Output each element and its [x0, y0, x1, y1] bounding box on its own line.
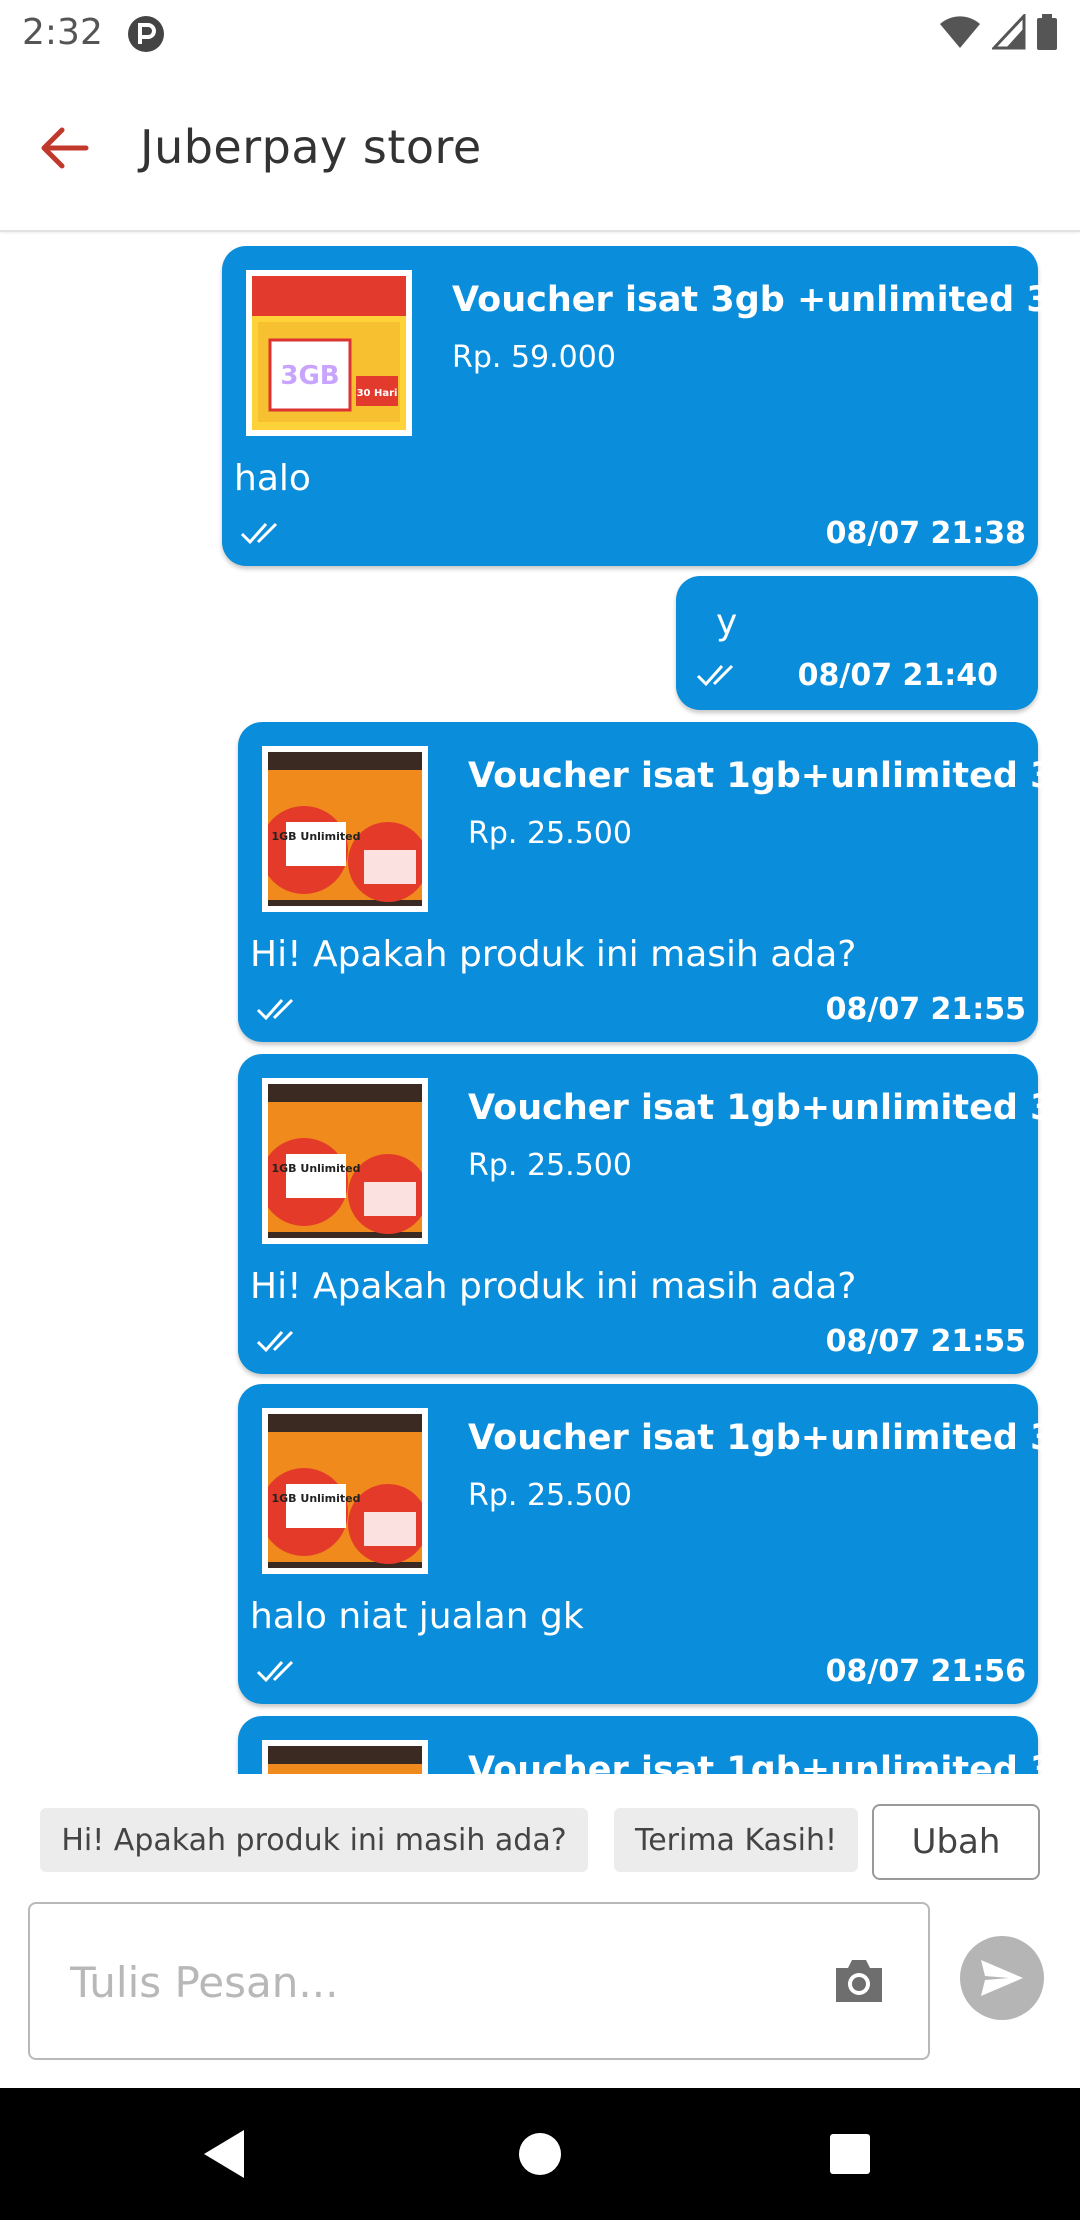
message-text: Hi! Apakah produk ini masih ada?: [250, 934, 857, 975]
camera-icon[interactable]: [832, 1956, 886, 2006]
chat-list[interactable]: 3GB 30 Hari Voucher isat 3gb +unlimited …: [0, 234, 1080, 1774]
app-notification-icon: [128, 16, 164, 52]
voucher-image: 1GB Unlimited: [260, 1414, 428, 1568]
double-check-icon: [256, 1330, 294, 1353]
voucher-image-label: 1GB Unlimited: [271, 1162, 360, 1175]
product-thumbnail[interactable]: 3GB 30 Hari: [246, 270, 412, 436]
product-thumbnail[interactable]: 1GB Unlimited: [260, 1078, 428, 1244]
product-thumbnail[interactable]: [262, 1740, 428, 1774]
message-timestamp: 08/07 21:40: [797, 658, 998, 693]
message-bubble[interactable]: 1GB Unlimited Voucher isat 1gb+unlimited…: [238, 1384, 1080, 1704]
double-check-icon: [240, 522, 278, 545]
voucher-image-badge: 30 Hari: [357, 388, 398, 399]
battery-icon: [1037, 14, 1057, 50]
message-input[interactable]: [70, 1944, 810, 2020]
app-bar: Juberpay store: [0, 66, 1080, 232]
voucher-image: [268, 1746, 422, 1774]
message-timestamp: 08/07 21:55: [825, 992, 1026, 1027]
voucher-image: 1GB Unlimited: [260, 1084, 428, 1238]
message-bubble[interactable]: 1GB Unlimited Voucher isat 1gb+unlimited…: [238, 722, 1080, 1042]
product-name: Voucher isat 1gb+unlimited 30hr: [468, 756, 1080, 796]
message-timestamp: 08/07 21:38: [825, 516, 1026, 551]
voucher-image: 1GB Unlimited: [260, 752, 428, 906]
product-name: Voucher isat 3gb +unlimited 30hr: [452, 280, 1080, 320]
product-name: Voucher isat 1gb+unlimited 30hr: [468, 1750, 1080, 1774]
message-bubble[interactable]: Voucher isat 1gb+unlimited 30hr: [238, 1716, 1080, 1774]
product-thumbnail[interactable]: 1GB Unlimited: [260, 1408, 428, 1574]
page-title: Juberpay store: [140, 120, 482, 174]
quick-reply-chip[interactable]: Terima Kasih!: [614, 1808, 858, 1872]
product-price: Rp. 25.500: [468, 816, 632, 851]
double-check-icon: [256, 998, 294, 1021]
voucher-image: 3GB 30 Hari: [252, 276, 406, 430]
signal-icon: [992, 14, 1026, 50]
nav-recents-icon[interactable]: [820, 2124, 880, 2184]
voucher-image-label: 3GB: [280, 361, 339, 391]
message-text: y: [716, 602, 738, 643]
message-timestamp: 08/07 21:56: [825, 1654, 1026, 1689]
edit-quick-replies-button[interactable]: Ubah: [872, 1804, 1040, 1880]
status-icons: [938, 14, 1058, 50]
nav-home-icon[interactable]: [510, 2124, 570, 2184]
message-bubble[interactable]: y 08/07 21:40: [676, 576, 1038, 710]
product-price: Rp. 25.500: [468, 1148, 632, 1183]
product-thumbnail[interactable]: 1GB Unlimited: [260, 746, 428, 912]
quick-reply-chip[interactable]: Hi! Apakah produk ini masih ada?: [40, 1808, 588, 1872]
double-check-icon: [256, 1660, 294, 1683]
message-composer: [28, 1902, 930, 2060]
nav-back-icon[interactable]: [196, 2124, 256, 2184]
message-text: halo niat jualan gk: [250, 1596, 584, 1637]
product-name: Voucher isat 1gb+unlimited 30hr: [468, 1418, 1080, 1458]
message-text: Hi! Apakah produk ini masih ada?: [250, 1266, 857, 1307]
voucher-image-label: 1GB Unlimited: [271, 830, 360, 843]
product-price: Rp. 25.500: [468, 1478, 632, 1513]
message-bubble[interactable]: 1GB Unlimited Voucher isat 1gb+unlimited…: [238, 1054, 1080, 1374]
quick-replies-bar: Hi! Apakah produk ini masih ada? Terima …: [0, 1796, 1080, 1882]
voucher-image-label: 1GB Unlimited: [271, 1492, 360, 1505]
system-nav-bar: [0, 2088, 1080, 2220]
message-bubble[interactable]: 3GB 30 Hari Voucher isat 3gb +unlimited …: [222, 246, 1080, 566]
send-icon: [981, 1960, 1023, 1996]
wifi-icon: [940, 16, 980, 48]
product-price: Rp. 59.000: [452, 340, 616, 375]
double-check-icon: [696, 664, 734, 687]
status-time: 2:32: [22, 12, 103, 53]
message-text: halo: [234, 458, 311, 499]
message-timestamp: 08/07 21:55: [825, 1324, 1026, 1359]
status-bar: 2:32: [0, 0, 1080, 66]
send-button[interactable]: [960, 1936, 1044, 2020]
back-arrow-icon[interactable]: [36, 120, 92, 176]
product-name: Voucher isat 1gb+unlimited 30hr: [468, 1088, 1080, 1128]
